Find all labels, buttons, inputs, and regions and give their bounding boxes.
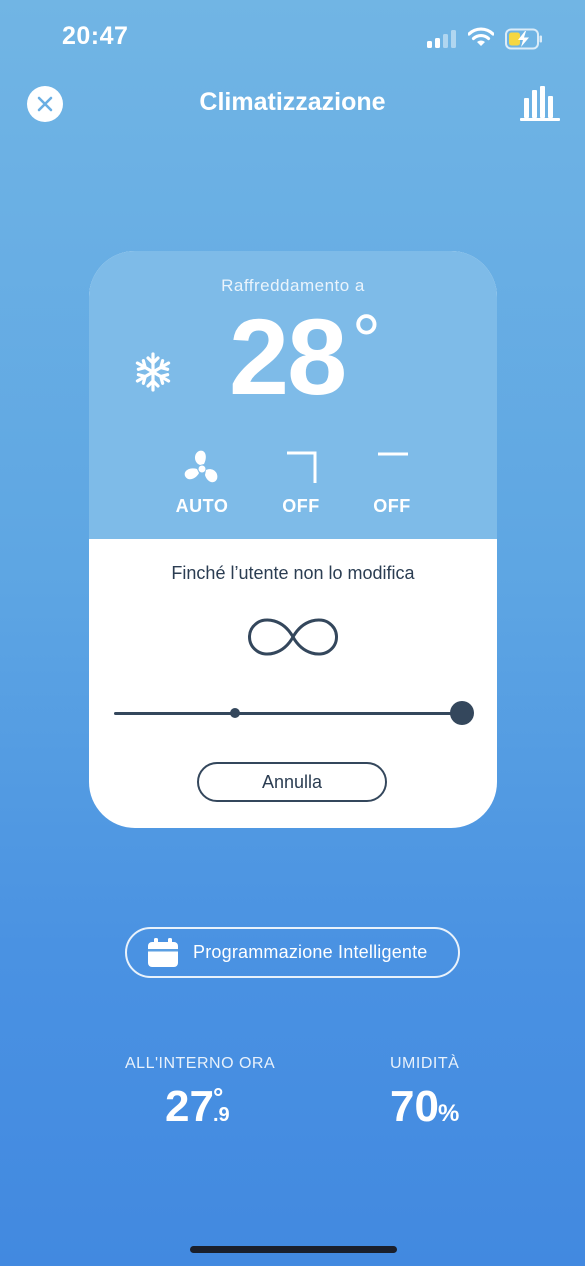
timer-description: Finché l’utente non lo modifica xyxy=(171,563,415,583)
fan-icon[interactable] xyxy=(181,448,223,488)
humidity-unit: % xyxy=(438,1100,460,1127)
setpoint-degree-symbol: ° xyxy=(352,301,381,381)
vane-vertical-icon[interactable] xyxy=(285,451,317,485)
thermostat-card: Raffreddamento a 28 ° AUTO OFF OFF Finch… xyxy=(89,251,497,828)
home-indicator[interactable] xyxy=(190,1246,397,1253)
calendar-icon xyxy=(148,937,178,967)
smart-schedule-label: Programmazione Intelligente xyxy=(193,942,428,962)
timer-slider-track[interactable] xyxy=(114,712,462,715)
indoor-label: ALL'INTERNO ORA xyxy=(125,1055,276,1072)
smart-schedule-button[interactable]: Programmazione Intelligente xyxy=(125,927,460,978)
fan-speed-label[interactable]: AUTO xyxy=(162,496,242,517)
indoor-temperature: 27 xyxy=(165,1082,214,1131)
vane-horizontal-label[interactable]: OFF xyxy=(352,496,432,517)
setpoint-panel: Raffreddamento a 28 ° AUTO OFF OFF xyxy=(89,251,497,539)
cancel-button-label: Annulla xyxy=(261,771,323,792)
vane-horizontal-icon[interactable] xyxy=(377,451,409,459)
status-time: 20:47 xyxy=(62,22,129,50)
vane-vertical-label[interactable]: OFF xyxy=(261,496,341,517)
page-title: Climatizzazione xyxy=(199,88,386,116)
infinity-icon xyxy=(248,618,338,656)
setpoint-temperature[interactable]: 28 xyxy=(229,303,347,411)
humidity-label: UMIDITÀ xyxy=(390,1055,460,1072)
wifi-icon xyxy=(468,27,494,46)
timer-slider-tick xyxy=(230,708,240,718)
timer-slider-thumb[interactable] xyxy=(450,701,474,725)
statistics-chart-icon[interactable] xyxy=(520,86,560,122)
humidity-value: 70 xyxy=(390,1082,439,1131)
battery-charging-icon xyxy=(505,28,542,50)
cancel-button[interactable]: Annulla xyxy=(197,762,387,802)
mode-label: Raffreddamento a xyxy=(221,276,365,295)
cellular-signal-icon xyxy=(427,30,459,48)
indoor-temperature-decimal: .9 xyxy=(213,1104,230,1126)
snowflake-icon[interactable] xyxy=(133,351,173,393)
